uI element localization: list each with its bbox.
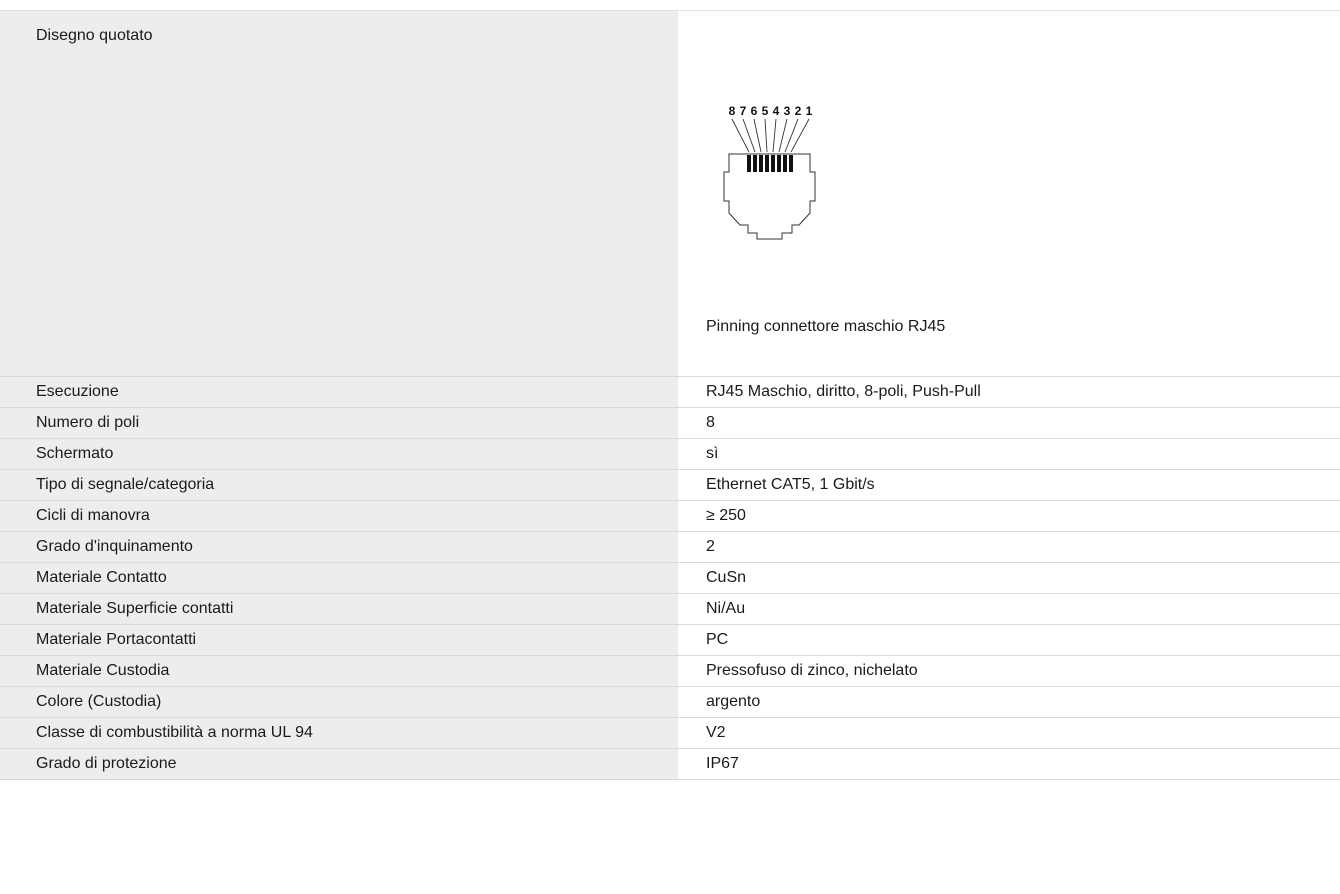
spec-value: argento: [678, 687, 1340, 717]
spec-label: Grado d'inquinamento: [0, 532, 678, 562]
pin-number: 5: [762, 104, 769, 118]
spec-value: RJ45 Maschio, diritto, 8-poli, Push-Pull: [678, 377, 1340, 407]
spec-value: V2: [678, 718, 1340, 748]
spec-value: CuSn: [678, 563, 1340, 593]
spec-row-materiale-custodia: Materiale Custodia Pressofuso di zinco, …: [0, 656, 1340, 687]
spec-row-portacontatti: Materiale Portacontatti PC: [0, 625, 1340, 656]
rj45-pinout-drawing: 8 7 6 5 4 3 2 1: [723, 104, 816, 240]
pin-number: 2: [795, 104, 802, 118]
spec-label: Materiale Portacontatti: [0, 625, 678, 655]
spec-row-tipo-di-segnale: Tipo di segnale/categoria Ethernet CAT5,…: [0, 470, 1340, 501]
spec-row-classe-combustibilita: Classe di combustibilità a norma UL 94 V…: [0, 718, 1340, 749]
spec-row-materiale-contatto: Materiale Contatto CuSn: [0, 563, 1340, 594]
spec-label: Cicli di manovra: [0, 501, 678, 531]
spec-label: Materiale Custodia: [0, 656, 678, 686]
spec-label: Grado di protezione: [0, 749, 678, 779]
spec-label: Materiale Superficie contatti: [0, 594, 678, 624]
pin-number: 1: [806, 104, 813, 118]
connector-outline: [723, 153, 816, 240]
pin-number: 3: [784, 104, 791, 118]
spec-value: Ethernet CAT5, 1 Gbit/s: [678, 470, 1340, 500]
spec-value: IP67: [678, 749, 1340, 779]
spec-label: Numero di poli: [0, 408, 678, 438]
spec-label: Schermato: [0, 439, 678, 469]
spec-row-colore-custodia: Colore (Custodia) argento: [0, 687, 1340, 718]
spec-row-cicli-di-manovra: Cicli di manovra ≥ 250: [0, 501, 1340, 532]
spec-table: Disegno quotato 8 7 6 5 4 3 2 1 Pinning …: [0, 10, 1340, 780]
spec-value: PC: [678, 625, 1340, 655]
drawing-caption: Pinning connettore maschio RJ45: [706, 318, 946, 335]
spec-row-esecuzione: Esecuzione RJ45 Maschio, diritto, 8-poli…: [0, 377, 1340, 408]
spec-value: 8: [678, 408, 1340, 438]
leader-lines: [731, 118, 810, 153]
drawing-cell: 8 7 6 5 4 3 2 1 Pinning connettore masch…: [678, 11, 1340, 376]
spec-label: Tipo di segnale/categoria: [0, 470, 678, 500]
spec-row-schermato: Schermato sì: [0, 439, 1340, 470]
spec-label: Classe di combustibilità a norma UL 94: [0, 718, 678, 748]
spec-label: Materiale Contatto: [0, 563, 678, 593]
spec-row-grado-inquinamento: Grado d'inquinamento 2: [0, 532, 1340, 563]
contacts: [747, 155, 793, 172]
pin-number: 7: [740, 104, 747, 118]
spec-row-superficie-contatti: Materiale Superficie contatti Ni/Au: [0, 594, 1340, 625]
pin-number: 4: [773, 104, 780, 118]
spec-value: ≥ 250: [678, 501, 1340, 531]
spec-label: Colore (Custodia): [0, 687, 678, 717]
pin-number: 8: [729, 104, 736, 118]
spec-value: Ni/Au: [678, 594, 1340, 624]
spec-value: 2: [678, 532, 1340, 562]
spec-row-grado-di-protezione: Grado di protezione IP67: [0, 749, 1340, 780]
drawing-row: Disegno quotato 8 7 6 5 4 3 2 1 Pinning …: [0, 11, 1340, 377]
drawing-label: Disegno quotato: [0, 11, 678, 376]
spec-value: Pressofuso di zinco, nichelato: [678, 656, 1340, 686]
spec-row-numero-di-poli: Numero di poli 8: [0, 408, 1340, 439]
pin-number: 6: [751, 104, 758, 118]
spec-value: sì: [678, 439, 1340, 469]
spec-label: Esecuzione: [0, 377, 678, 407]
